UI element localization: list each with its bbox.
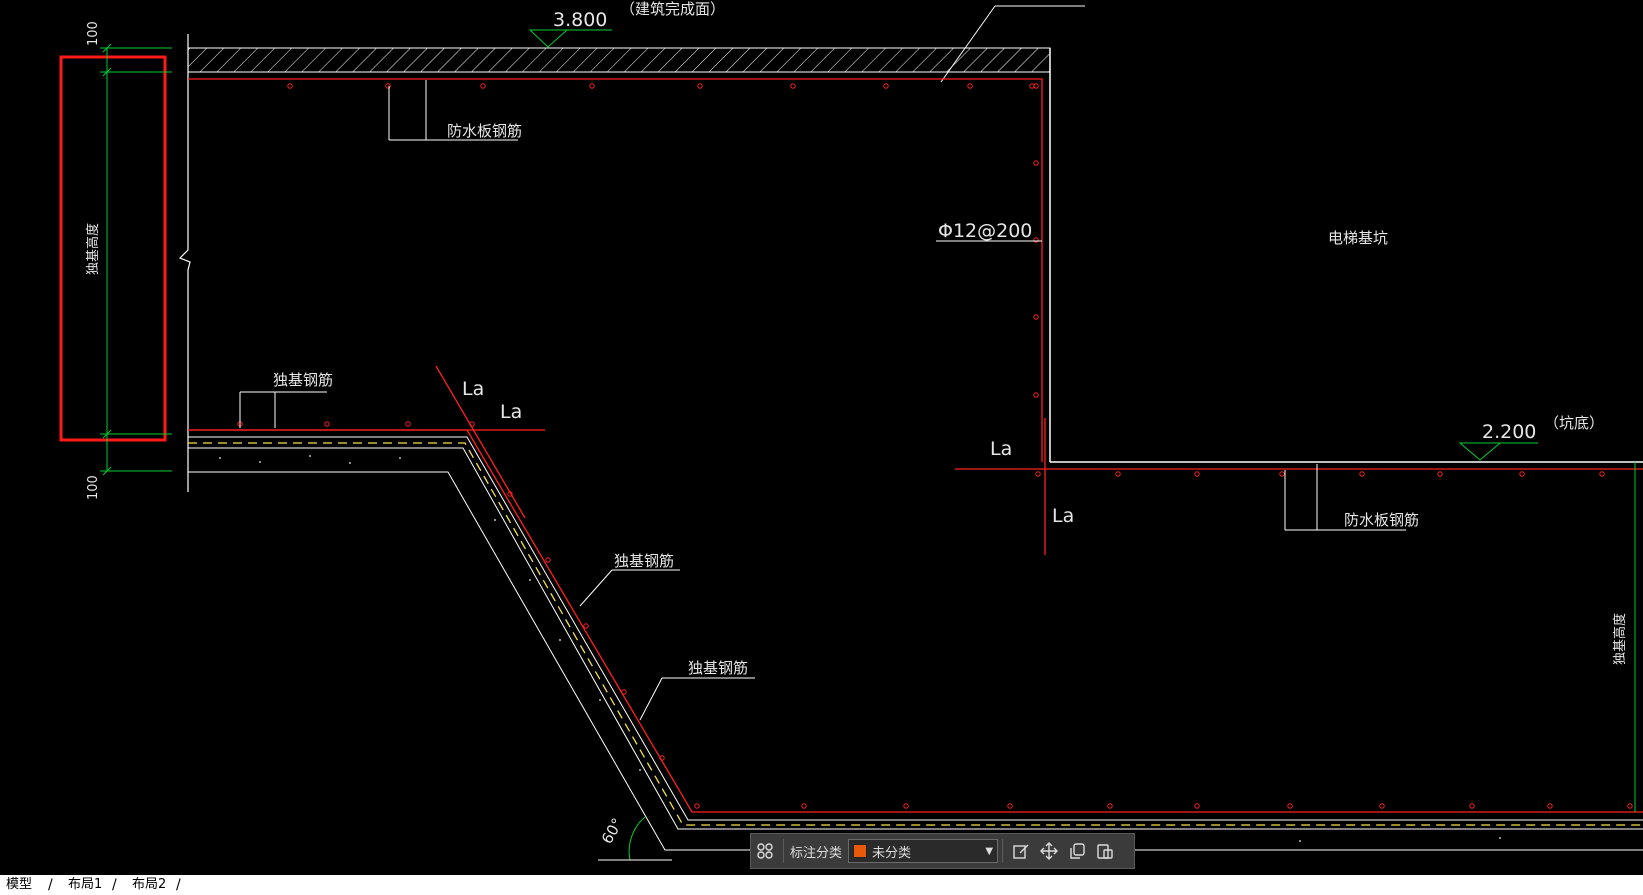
waterproof-rebar-label-pit: 防水板钢筋: [1344, 511, 1419, 529]
dim-100-top: 100: [86, 21, 101, 46]
anchor-la-2: La: [500, 401, 522, 423]
angle-label: 60°: [598, 815, 627, 847]
chevron-down-icon: ▼: [985, 845, 994, 857]
rebar-dot: [1107, 803, 1113, 809]
layout-tab-bar: 模型 / 布局1 / 布局2 /: [0, 875, 1643, 895]
rebar-dot: [324, 421, 330, 427]
rebar-dot: [385, 83, 391, 89]
rebar-dot: [883, 83, 889, 89]
tab-layout-2[interactable]: 布局2: [132, 875, 166, 895]
toolbar-separator: [783, 839, 784, 863]
annotation-category-select[interactable]: 未分类 ▼: [848, 839, 999, 863]
rebar-dot: [621, 689, 627, 695]
move-icon[interactable]: [1035, 837, 1063, 865]
rebar-dot: [1033, 237, 1039, 243]
waterproof-rebar-label-top: 防水板钢筋: [447, 122, 522, 140]
rebar-dot: [1194, 803, 1200, 809]
annotation-category-value: 未分类: [872, 845, 912, 861]
rebar-dot: [480, 83, 486, 89]
rebar-dot: [1115, 471, 1121, 477]
rebar-dot: [1599, 471, 1605, 477]
sloped-foundation: La La 独基钢筋 独基钢筋 独基钢筋 60°: [188, 365, 1643, 861]
elevator-pit-label: 电梯基坑: [1328, 229, 1388, 247]
copy-icon[interactable]: [1063, 837, 1091, 865]
rebar-dot: [405, 421, 411, 427]
rebar-dot: [694, 803, 700, 809]
pile-rebar-label-2: 独基钢筋: [614, 552, 674, 570]
annotation-toolbar: 标注分类 未分类 ▼: [750, 833, 1135, 869]
rebar-dot: [1469, 803, 1475, 809]
top-slab: [178, 34, 1643, 492]
rebar-dot: [1547, 803, 1553, 809]
rebar-dot: [1437, 471, 1443, 477]
rebar-dot: [967, 83, 973, 89]
pile-rebar-label-1: 独基钢筋: [273, 371, 333, 389]
rebar-dot: [1194, 471, 1200, 477]
anchor-la-4: La: [1052, 505, 1074, 527]
rebar-dot: [1007, 803, 1013, 809]
tab-divider: /: [176, 877, 181, 893]
paste-icon[interactable]: [1091, 837, 1119, 865]
elevation-pit-value: 2.200: [1482, 421, 1536, 443]
tab-divider: /: [112, 877, 117, 893]
elevation-top-value: 3.800: [553, 9, 607, 31]
rebar-dot: [1359, 471, 1365, 477]
rebar-dot: [1033, 160, 1039, 166]
annotation-category-label: 标注分类: [790, 845, 843, 861]
rebar-dot: [1627, 803, 1633, 809]
rebar-spec-text: Φ12@200: [938, 220, 1032, 242]
pile-height-label-right: 独基高度: [1612, 613, 1628, 665]
dim-100-bottom: 100: [86, 475, 101, 500]
rebar-dot: [1033, 314, 1039, 320]
anchor-la-1: La: [462, 378, 484, 400]
rebar-dot: [1279, 471, 1285, 477]
rebar-dot: [801, 803, 807, 809]
category-color-swatch: [853, 844, 868, 858]
pile-rebar-label-3: 独基钢筋: [688, 659, 748, 677]
top-rebar: 防水板钢筋: [188, 78, 1043, 462]
tab-layout-1[interactable]: 布局1: [68, 875, 102, 895]
elevation-top-note: （建筑完成面）: [620, 0, 725, 18]
cad-drawing-canvas[interactable]: 100 100 独基高度 3.800 （建筑完成面） 防水板钢筋 Φ12@200…: [0, 0, 1643, 875]
rebar-dot: [583, 623, 589, 629]
rebar-dot: [1033, 392, 1039, 398]
tab-model[interactable]: 模型: [6, 875, 32, 895]
rebar-dot: [697, 83, 703, 89]
tab-divider: /: [48, 877, 53, 893]
rebar-spec-callout: Φ12@200 电梯基坑: [936, 220, 1388, 247]
rebar-dot: [1379, 803, 1385, 809]
rebar-dot: [903, 803, 909, 809]
rebar-dot: [287, 83, 293, 89]
pit-bottom-rebar: La La 防水板钢筋 2.200 （坑底） 独基高度: [955, 414, 1643, 812]
category-grid-icon[interactable]: [751, 837, 779, 865]
edit-icon[interactable]: [1007, 837, 1035, 865]
rebar-dot: [1035, 471, 1041, 477]
left-dimension-group: 100 100 独基高度: [59, 21, 172, 500]
rebar-dot: [589, 83, 595, 89]
rebar-dot: [790, 83, 796, 89]
anchor-la-3: La: [990, 438, 1012, 460]
rebar-dot: [1519, 471, 1525, 477]
rebar-dot: [545, 557, 551, 563]
toolbar-separator: [1002, 839, 1004, 863]
pile-height-label-left: 独基高度: [85, 223, 101, 275]
elevation-pit-note: （坑底）: [1544, 414, 1604, 432]
selection-highlight-rect[interactable]: [59, 55, 167, 442]
rebar-dot: [1287, 803, 1293, 809]
